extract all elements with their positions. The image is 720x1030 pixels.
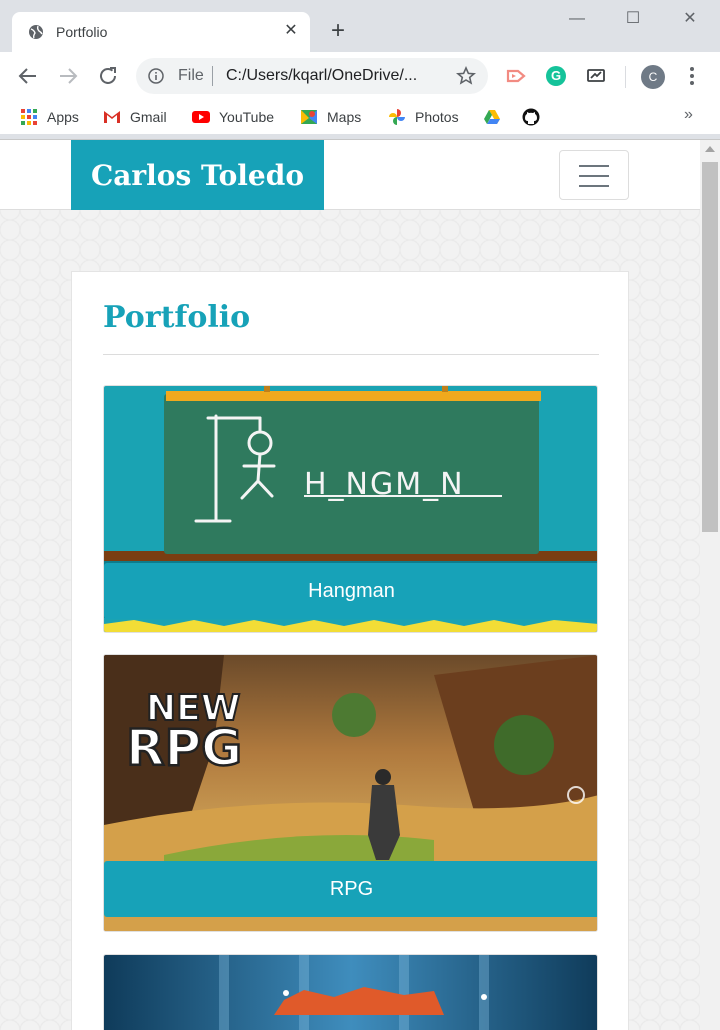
page-viewport: Carlos Toledo Portfolio H_NGM_N Hangman … <box>0 140 700 1030</box>
project-button-hangman[interactable]: Hangman <box>104 563 597 619</box>
address-bar[interactable]: File C:/Users/kqarl/OneDrive/... <box>136 58 488 94</box>
hamburger-icon-bar <box>579 175 609 177</box>
bookmark-photos[interactable]: Photos <box>388 107 459 127</box>
bookmark-apps[interactable]: Apps <box>20 107 79 127</box>
site-navbar: Carlos Toledo <box>0 140 700 210</box>
scroll-up-arrow-icon[interactable] <box>705 146 715 152</box>
bookmark-label: Photos <box>415 109 459 125</box>
bookmarks-bar: Apps Gmail YouTube Maps Photos » <box>0 100 720 134</box>
scheme-label: File <box>178 67 204 84</box>
bookmarks-overflow-button[interactable]: » <box>684 106 693 124</box>
bookmark-github[interactable] <box>522 107 540 127</box>
profile-avatar[interactable]: C <box>641 65 665 89</box>
browser-chrome: Portfolio ✕ + — ☐ ✕ File C:/Users/kqarl/… <box>0 0 720 140</box>
bookmark-label: Apps <box>47 109 79 125</box>
site-brand[interactable]: Carlos Toledo <box>71 140 324 210</box>
more-vert-icon[interactable] <box>686 66 698 86</box>
bookmark-label: YouTube <box>219 109 275 125</box>
google-drive-icon <box>484 110 500 124</box>
github-icon <box>522 108 540 126</box>
portfolio-card: Portfolio H_NGM_N Hangman NEW RPG RPG <box>71 271 629 1030</box>
tab-close-icon[interactable]: ✕ <box>282 22 300 40</box>
navbar-toggler-button[interactable] <box>559 150 629 200</box>
apps-grid-icon <box>21 109 37 125</box>
title-divider <box>103 354 599 355</box>
tab-title: Portfolio <box>56 24 108 40</box>
window-close-icon[interactable]: ✕ <box>679 8 701 30</box>
bookmark-star-icon[interactable] <box>456 66 476 86</box>
browser-toolbar: File C:/Users/kqarl/OneDrive/... G C <box>0 52 720 100</box>
gmail-icon <box>104 111 120 123</box>
screen-extension-icon[interactable] <box>586 66 606 86</box>
bookmark-maps[interactable]: Maps <box>300 107 361 127</box>
cast-extension-icon[interactable] <box>506 66 526 86</box>
tab-strip: Portfolio ✕ + — ☐ ✕ <box>0 0 720 52</box>
project-third[interactable] <box>103 954 598 1030</box>
minimize-icon[interactable]: — <box>566 8 588 30</box>
back-arrow-icon[interactable] <box>16 64 40 88</box>
bookmark-label: Maps <box>327 109 362 125</box>
globe-icon <box>29 25 43 39</box>
maps-icon <box>301 110 317 124</box>
hamburger-icon-bar <box>579 185 609 187</box>
photos-icon <box>389 109 405 125</box>
third-project-thumbnail <box>104 955 597 1030</box>
project-button-rpg[interactable]: RPG <box>104 861 597 917</box>
youtube-icon <box>192 111 210 123</box>
url-text[interactable]: C:/Users/kqarl/OneDrive/... <box>226 67 417 85</box>
bookmark-youtube[interactable]: YouTube <box>192 107 274 127</box>
logo-bottom-text: RPG <box>126 719 242 777</box>
browser-tab[interactable]: Portfolio ✕ <box>12 12 310 52</box>
caution-stripe <box>104 618 597 632</box>
bookmark-label: Gmail <box>130 109 167 125</box>
hamburger-icon <box>579 165 609 167</box>
toolbar-divider <box>625 66 626 88</box>
bookmark-drive[interactable] <box>483 107 501 127</box>
maximize-icon[interactable]: ☐ <box>622 8 644 30</box>
bookmark-gmail[interactable]: Gmail <box>103 107 167 127</box>
project-hangman[interactable]: H_NGM_N Hangman <box>103 385 598 633</box>
section-title: Portfolio <box>103 300 251 335</box>
grammarly-extension-icon[interactable]: G <box>546 66 566 86</box>
page-scrollbar[interactable] <box>700 140 720 1030</box>
project-rpg[interactable]: NEW RPG RPG <box>103 654 598 932</box>
reload-icon[interactable] <box>96 64 120 88</box>
new-tab-icon[interactable]: + <box>326 19 350 44</box>
info-icon[interactable] <box>148 68 164 84</box>
omnibox-divider <box>212 66 213 86</box>
scrollbar-thumb[interactable] <box>702 162 718 532</box>
forward-arrow-icon[interactable] <box>56 64 80 88</box>
